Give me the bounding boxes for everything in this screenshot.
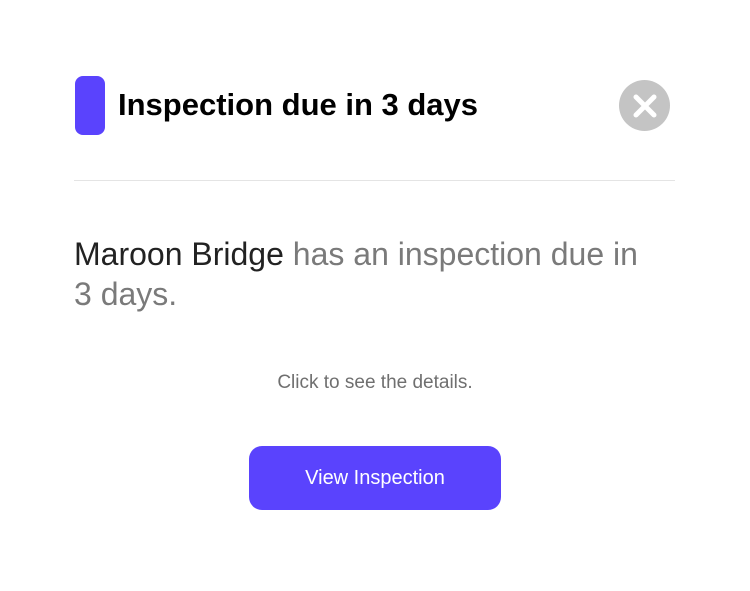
view-inspection-button[interactable]: View Inspection [249, 446, 501, 510]
details-hint: Click to see the details. [277, 372, 473, 393]
divider [74, 180, 675, 181]
accent-bar [75, 76, 105, 135]
bridge-name: Maroon Bridge [74, 236, 284, 272]
notification-message: Maroon Bridge has an inspection due in 3… [74, 234, 664, 314]
close-icon [633, 94, 656, 117]
notification-header: Inspection due in 3 days [75, 75, 675, 135]
notification-title: Inspection due in 3 days [118, 87, 479, 122]
notification-card: Inspection due in 3 days Maroon Bridge h… [0, 0, 750, 591]
close-button[interactable] [619, 80, 670, 131]
